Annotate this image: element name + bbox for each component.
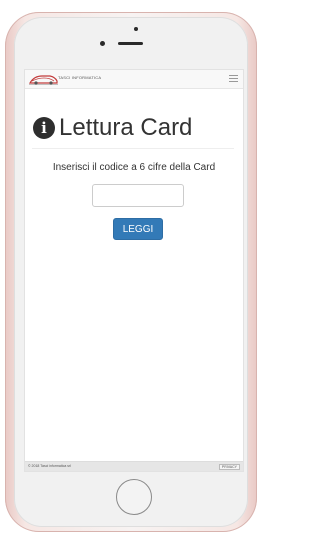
phone-screen: TASCI INFORMATICA i Lettura Card Inseris…	[25, 70, 243, 471]
footer: © 2018 Tasci informatica srl PRIVACY	[25, 461, 243, 471]
info-icon: i	[33, 117, 55, 139]
page-title: Lettura Card	[59, 114, 193, 141]
instruction-text: Inserisci il codice a 6 cifre della Card	[52, 162, 216, 173]
navbar: TASCI INFORMATICA	[25, 70, 243, 89]
home-button[interactable]	[116, 479, 152, 515]
hamburger-menu-icon[interactable]	[229, 75, 238, 83]
logo-text: TASCI INFORMATICA	[58, 75, 102, 80]
title-divider	[32, 148, 234, 149]
page-title-row: i Lettura Card	[33, 114, 192, 142]
card-code-input[interactable]	[92, 184, 184, 207]
footer-copyright: © 2018 Tasci informatica srl	[28, 464, 71, 468]
speaker-grille	[118, 42, 143, 45]
privacy-link[interactable]: PRIVACY	[218, 463, 240, 470]
front-sensor	[100, 41, 105, 46]
camera-icon	[134, 27, 138, 31]
read-button[interactable]: LEGGI	[113, 218, 163, 240]
